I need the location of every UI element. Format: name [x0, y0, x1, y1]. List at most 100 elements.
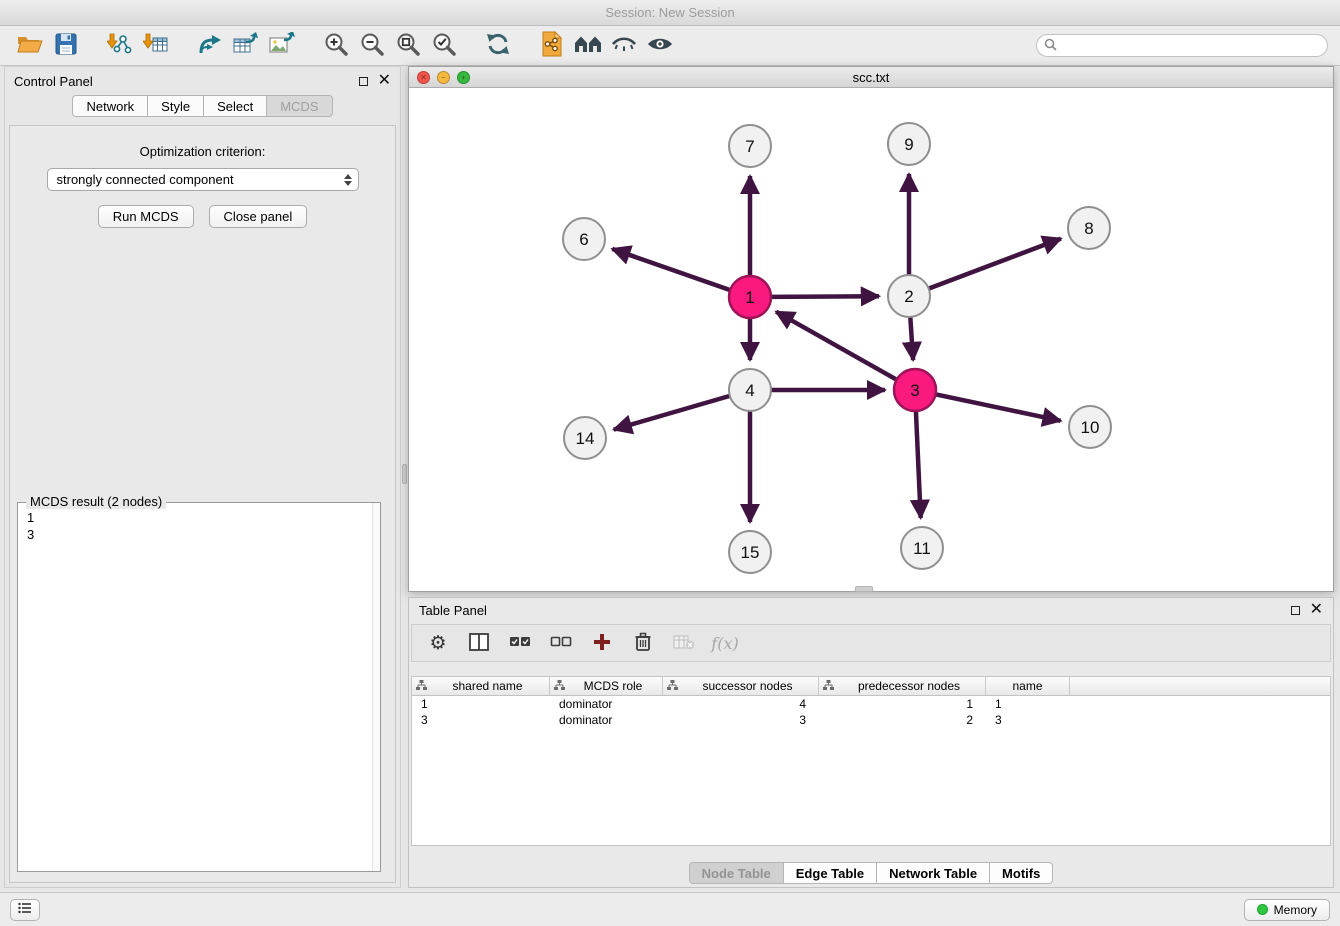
search-input[interactable]: [1062, 39, 1320, 53]
graph-edge-2-8[interactable]: [929, 239, 1061, 289]
show-details-button[interactable]: [642, 30, 678, 62]
close-panel-button[interactable]: Close panel: [209, 205, 308, 228]
column-header-successor-nodes[interactable]: successor nodes: [663, 677, 819, 695]
graph-edge-1-6[interactable]: [612, 249, 730, 290]
graph-node-14[interactable]: 14: [564, 417, 606, 459]
maximize-window-icon[interactable]: +: [457, 71, 470, 84]
task-history-button[interactable]: [10, 899, 40, 921]
graph-edge-3-1[interactable]: [776, 312, 897, 380]
open-session-button[interactable]: [12, 30, 48, 62]
cell-successor[interactable]: 3: [663, 712, 819, 728]
graph-edge-4-14[interactable]: [614, 396, 730, 430]
graph-node-8[interactable]: 8: [1068, 207, 1110, 249]
delete-table-button[interactable]: [672, 630, 696, 656]
splitter-grip[interactable]: [402, 464, 407, 484]
cell-predecessor[interactable]: 2: [819, 712, 986, 728]
tab-mcds[interactable]: MCDS: [267, 95, 332, 117]
toggle-column-button[interactable]: [467, 630, 491, 656]
table-row[interactable]: 3dominator323: [412, 712, 1330, 728]
cell-mcds_role[interactable]: dominator: [550, 712, 663, 728]
import-network-button[interactable]: [102, 30, 138, 62]
cell-name[interactable]: 1: [986, 696, 1070, 712]
ndex-button[interactable]: [570, 30, 606, 62]
minimize-window-icon[interactable]: −: [437, 71, 450, 84]
table-settings-button[interactable]: ⚙: [426, 630, 450, 656]
tab-network[interactable]: Network: [72, 95, 148, 117]
zoom-in-button[interactable]: [318, 30, 354, 62]
graph-node-15[interactable]: 15: [729, 531, 771, 573]
graph-node-3[interactable]: 3: [894, 369, 936, 411]
close-panel-icon[interactable]: ✕: [378, 76, 391, 86]
toolbar-search[interactable]: [1036, 34, 1328, 57]
network-document-button[interactable]: [534, 30, 570, 62]
tab-select[interactable]: Select: [204, 95, 267, 117]
network-graph[interactable]: 7 9 6 8 1 2 4 3 14 10 15 11: [409, 88, 1333, 591]
zoom-fit-button[interactable]: [390, 30, 426, 62]
zoom-out-icon: [359, 31, 385, 60]
float-panel-icon[interactable]: [359, 77, 368, 86]
memory-button[interactable]: Memory: [1244, 899, 1330, 921]
graph-node-7[interactable]: 7: [729, 125, 771, 167]
zoom-out-button[interactable]: [354, 30, 390, 62]
graph-node-6[interactable]: 6: [563, 218, 605, 260]
optimization-criterion-select[interactable]: strongly connected component: [47, 168, 359, 191]
run-mcds-button[interactable]: Run MCDS: [98, 205, 194, 228]
graph-node-4[interactable]: 4: [729, 369, 771, 411]
column-header-mcds-role[interactable]: MCDS role: [550, 677, 663, 695]
cell-predecessor[interactable]: 1: [819, 696, 986, 712]
column-sort-icon: [416, 679, 427, 693]
zoom-selected-button[interactable]: [426, 30, 462, 62]
graph-edge-3-10[interactable]: [936, 394, 1061, 421]
cell-successor[interactable]: 4: [663, 696, 819, 712]
tab-style[interactable]: Style: [148, 95, 204, 117]
close-table-panel-icon[interactable]: ✕: [1310, 605, 1323, 615]
delete-table-icon: [673, 634, 695, 653]
column-sort-icon: [667, 679, 678, 693]
cell-shared_name[interactable]: 1: [412, 696, 550, 712]
delete-column-button[interactable]: [631, 630, 655, 656]
float-table-panel-icon[interactable]: [1291, 606, 1300, 615]
cell-mcds_role[interactable]: dominator: [550, 696, 663, 712]
unselect-all-button[interactable]: [549, 630, 573, 656]
graph-edge-1-2[interactable]: [771, 296, 879, 297]
network-canvas[interactable]: 7 9 6 8 1 2 4 3 14 10 15 11: [409, 88, 1333, 591]
eye-slash-icon: [610, 34, 638, 57]
column-header-name[interactable]: name: [986, 677, 1070, 695]
tab-node-table[interactable]: Node Table: [689, 862, 784, 884]
cell-shared_name[interactable]: 3: [412, 712, 550, 728]
export-network-button[interactable]: [192, 30, 228, 62]
graph-node-1[interactable]: 1: [729, 276, 771, 318]
tab-network-table[interactable]: Network Table: [877, 862, 990, 884]
column-header-shared-name[interactable]: shared name: [412, 677, 550, 695]
add-column-button[interactable]: [590, 630, 614, 656]
control-panel-title: Control Panel: [14, 74, 93, 89]
graph-node-10[interactable]: 10: [1069, 406, 1111, 448]
hide-graphics-details-button[interactable]: [606, 30, 642, 62]
import-table-button[interactable]: [138, 30, 174, 62]
export-table-button[interactable]: [228, 30, 264, 62]
plus-icon: [593, 633, 611, 654]
network-window-titlebar[interactable]: ✕ − + scc.txt: [409, 67, 1333, 88]
cell-name[interactable]: 3: [986, 712, 1070, 728]
result-scrollbar[interactable]: [372, 503, 380, 871]
apply-layout-button[interactable]: [480, 30, 516, 62]
export-image-button[interactable]: [264, 30, 300, 62]
horizontal-splitter-grip[interactable]: [855, 586, 873, 592]
function-builder-button[interactable]: f(x): [713, 630, 737, 656]
tab-edge-table[interactable]: Edge Table: [784, 862, 877, 884]
graph-node-2[interactable]: 2: [888, 275, 930, 317]
panel-splitter[interactable]: [401, 66, 408, 592]
window-titlebar[interactable]: Session: New Session: [0, 0, 1340, 26]
graph-node-9[interactable]: 9: [888, 123, 930, 165]
graph-node-11[interactable]: 11: [901, 527, 943, 569]
save-session-button[interactable]: [48, 30, 84, 62]
mcds-result-item: 1: [27, 509, 371, 526]
close-window-icon[interactable]: ✕: [417, 71, 430, 84]
mcds-result-list[interactable]: 13: [18, 503, 380, 549]
select-all-button[interactable]: [508, 630, 532, 656]
graph-edge-2-3[interactable]: [910, 317, 913, 360]
column-header-predecessor-nodes[interactable]: predecessor nodes: [819, 677, 986, 695]
tab-motifs[interactable]: Motifs: [990, 862, 1053, 884]
graph-edge-3-11[interactable]: [916, 411, 921, 518]
table-row[interactable]: 1dominator411: [412, 696, 1330, 712]
